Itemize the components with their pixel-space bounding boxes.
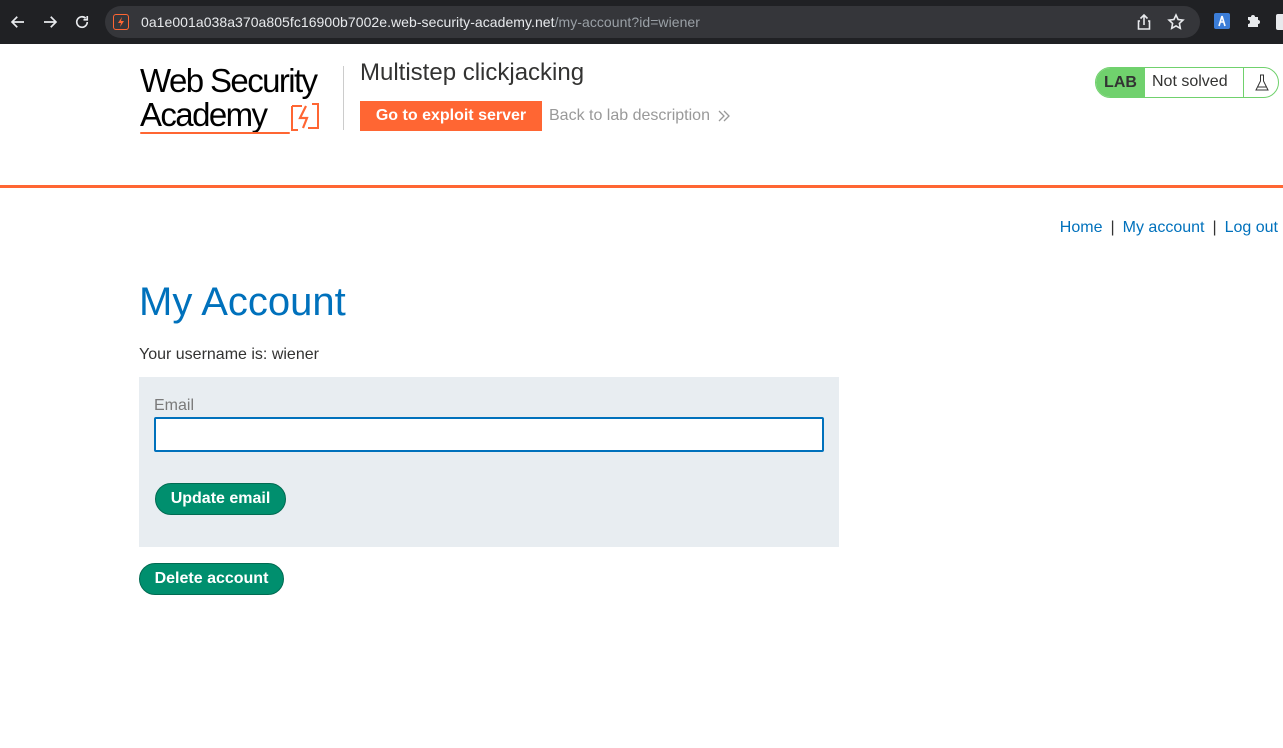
email-field[interactable]	[154, 417, 824, 452]
change-email-form: Email Update email	[139, 377, 839, 547]
forward-icon[interactable]	[38, 10, 62, 34]
double-chevron-right-icon[interactable]	[717, 108, 731, 124]
nav-my-account-link[interactable]: My account	[1123, 219, 1205, 236]
bookmark-star-icon[interactable]	[1167, 13, 1185, 31]
update-email-button[interactable]: Update email	[155, 483, 286, 515]
flask-icon	[1243, 68, 1278, 97]
share-icon[interactable]	[1135, 13, 1153, 31]
lab-status-text: Not solved	[1152, 73, 1228, 90]
lab-title: Multistep clickjacking	[360, 59, 585, 86]
puzzle-icon[interactable]	[1245, 12, 1263, 30]
url-text: 0a1e001a038a370a805fc16900b7002e.web-sec…	[141, 14, 700, 30]
lab-status-widget: LAB Not solved	[1095, 67, 1279, 98]
delete-account-button[interactable]: Delete account	[139, 563, 284, 595]
username-line: Your username is: wiener	[139, 346, 319, 363]
address-bar[interactable]: 0a1e001a038a370a805fc16900b7002e.web-sec…	[105, 6, 1200, 38]
nav-log-out-link[interactable]: Log out	[1225, 219, 1278, 236]
extension-icon[interactable]	[1213, 12, 1231, 30]
nav-separator: |	[1212, 219, 1217, 236]
web-security-academy-logo[interactable]: Web Security Academy	[140, 64, 345, 136]
back-icon[interactable]	[6, 10, 30, 34]
logo-underline	[140, 132, 290, 134]
nav-separator: |	[1110, 219, 1115, 236]
profile-icon-edge[interactable]	[1276, 14, 1283, 30]
email-label: Email	[154, 397, 195, 414]
lab-badge: LAB	[1096, 68, 1145, 97]
site-lightning-icon	[113, 14, 129, 30]
back-to-lab-description-link[interactable]: Back to lab description	[549, 107, 710, 125]
logo-line-2: Academy	[140, 96, 268, 133]
nav-home-link[interactable]: Home	[1060, 219, 1103, 236]
account-nav: Home | My account | Log out	[1060, 219, 1278, 237]
reload-icon[interactable]	[70, 10, 94, 34]
logo-lightning-icon	[291, 103, 319, 131]
browser-toolbar: 0a1e001a038a370a805fc16900b7002e.web-sec…	[0, 0, 1283, 44]
header-orange-rule	[0, 185, 1283, 188]
logo-line-1: Web Security	[140, 62, 318, 99]
header-divider	[343, 66, 344, 130]
go-to-exploit-server-button[interactable]: Go to exploit server	[360, 101, 542, 131]
page-title: My Account	[139, 280, 346, 324]
